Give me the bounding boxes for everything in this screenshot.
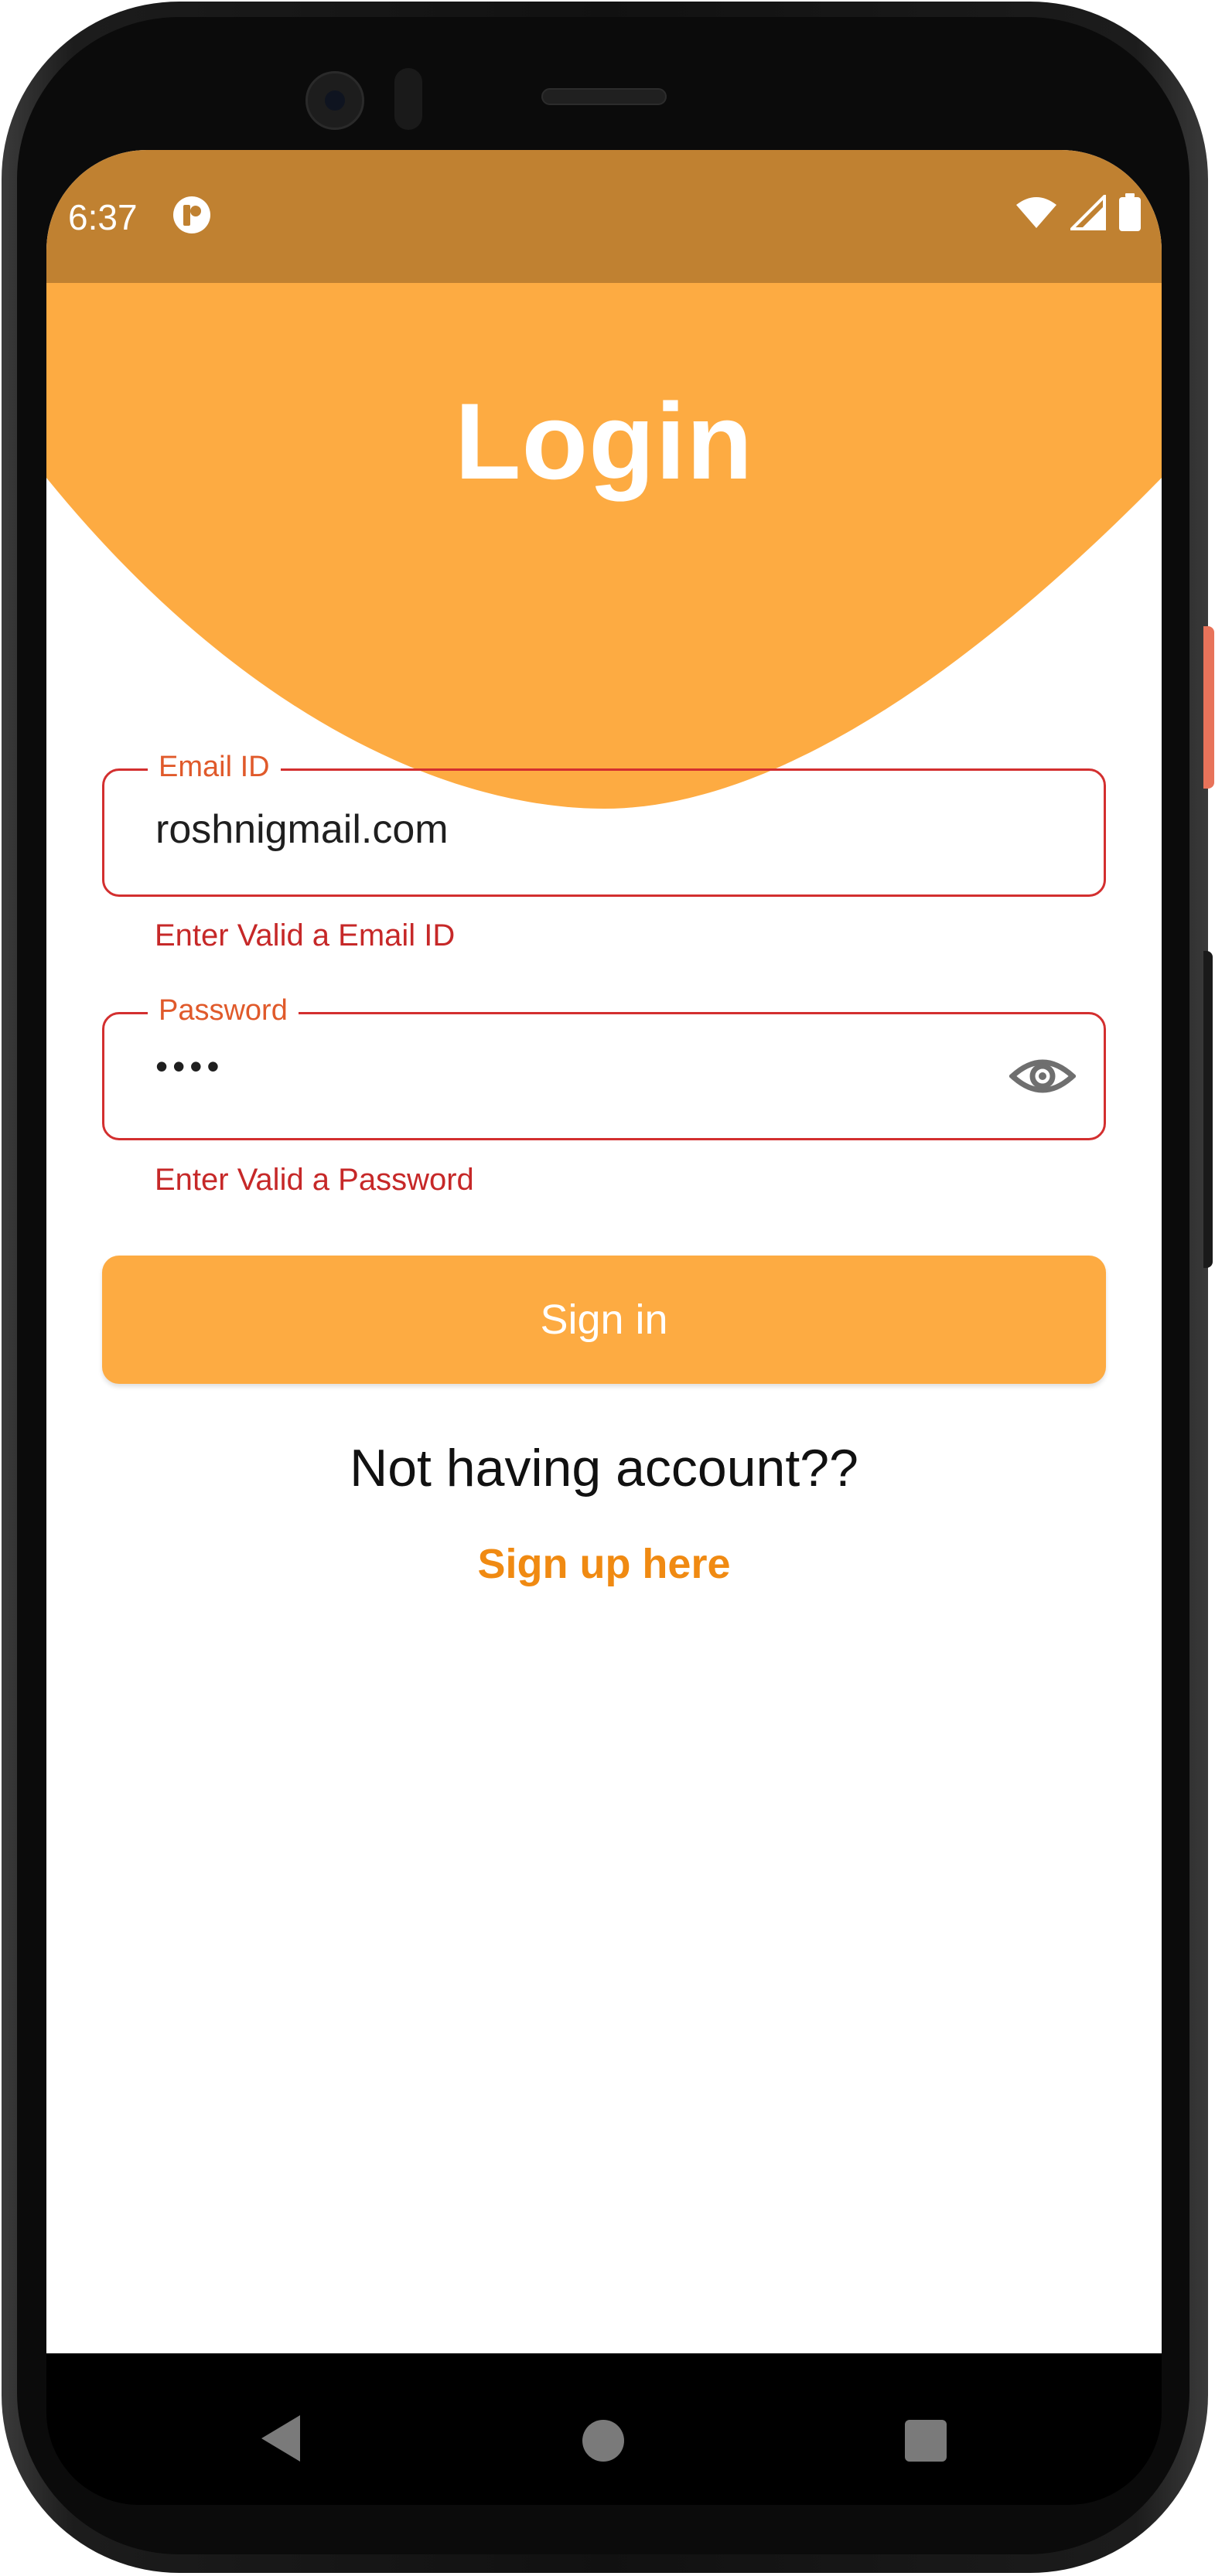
- status-icons: [1015, 193, 1142, 232]
- back-icon[interactable]: [261, 2415, 300, 2462]
- page-title: Login: [455, 380, 753, 502]
- front-camera: [305, 71, 364, 130]
- email-field[interactable]: Email ID: [102, 751, 1106, 897]
- password-field-label: Password: [148, 994, 299, 1027]
- email-input[interactable]: [155, 806, 975, 853]
- password-error-text: Enter Valid a Password: [155, 1163, 474, 1197]
- email-field-label: Email ID: [148, 751, 281, 784]
- recents-icon[interactable]: [905, 2420, 947, 2462]
- signal-icon: [1070, 195, 1106, 230]
- proximity-sensor: [394, 68, 422, 130]
- email-error-text: Enter Valid a Email ID: [155, 918, 456, 952]
- navigation-bar: [46, 2353, 1162, 2505]
- app-screen: 6:37 Login Email ID roshnigmail.com Ente…: [46, 150, 1162, 2353]
- status-bar: 6:37: [46, 150, 1162, 283]
- header-curve: [46, 283, 1162, 824]
- wifi-icon: [1016, 197, 1056, 228]
- power-button: [1203, 626, 1214, 789]
- status-time: 6:37: [68, 197, 138, 237]
- home-icon[interactable]: [582, 2420, 624, 2462]
- phone-device: 6:37 Login Email ID roshnigmail.com Ente…: [0, 0, 1215, 2576]
- app-notification-icon: [173, 196, 210, 233]
- sign-in-button[interactable]: Sign in: [102, 1256, 1106, 1384]
- no-account-prompt: Not having account??: [350, 1439, 858, 1498]
- earpiece-speaker: [541, 88, 667, 105]
- volume-button: [1203, 951, 1213, 1268]
- eye-icon[interactable]: [1009, 1051, 1076, 1101]
- battery-icon: [1119, 193, 1141, 231]
- password-input[interactable]: ••••: [155, 1045, 975, 1087]
- sign-up-link[interactable]: Sign up here: [46, 1540, 1162, 1588]
- password-field[interactable]: Password ••••: [102, 994, 1106, 1140]
